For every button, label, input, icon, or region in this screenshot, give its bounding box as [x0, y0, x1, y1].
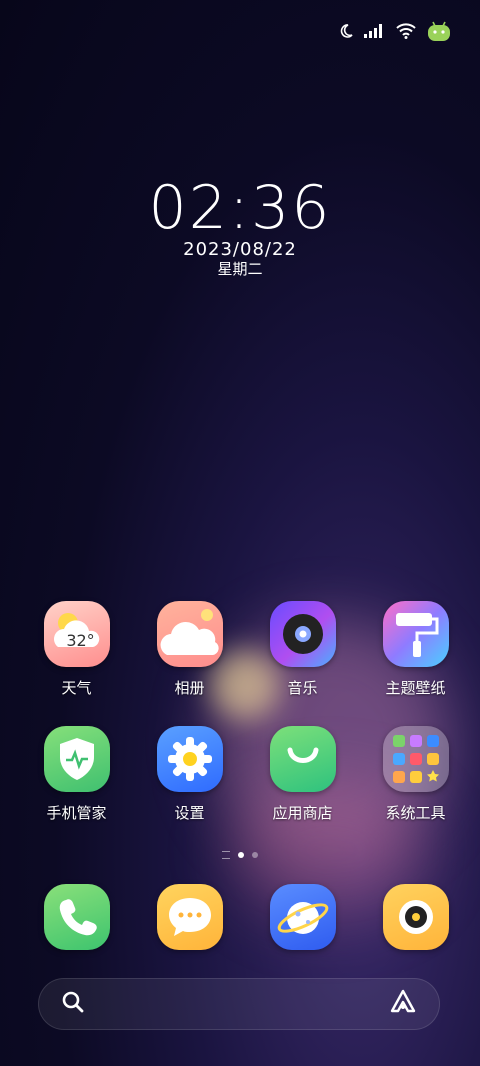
bag-smile-icon: [269, 726, 336, 792]
music-disc-icon: [269, 601, 336, 667]
app-label: 手机管家: [46, 804, 107, 822]
android-battery-icon: [426, 20, 452, 42]
app-label: 音乐: [287, 679, 318, 697]
app-music[interactable]: 音乐: [246, 601, 359, 698]
moon-icon: [338, 23, 354, 39]
chat-bubble-icon: [156, 884, 223, 950]
page-dot-active: [238, 852, 244, 858]
app-system-tools[interactable]: 系统工具: [359, 726, 472, 823]
signal-icon: [364, 24, 386, 38]
gear-icon: [156, 726, 223, 792]
app-label: 设置: [174, 804, 205, 822]
clock-date: 2023/08/22: [183, 239, 297, 260]
wifi-icon: [396, 23, 416, 39]
search-bar[interactable]: [38, 978, 440, 1030]
shield-icon: [43, 726, 110, 792]
camera-icon: [382, 884, 449, 950]
clock-time: 02:36: [148, 173, 332, 243]
page-indicator[interactable]: [0, 851, 480, 859]
dock: [20, 884, 472, 950]
app-security[interactable]: 手机管家: [20, 726, 133, 823]
app-weather[interactable]: 32° 天气: [20, 601, 133, 698]
clock-weekday: 星期二: [217, 260, 263, 278]
app-label: 系统工具: [385, 804, 446, 822]
app-settings[interactable]: 设置: [133, 726, 246, 823]
planet-icon: [269, 884, 336, 950]
app-label: 天气: [61, 679, 92, 697]
paint-roller-icon: [382, 601, 449, 667]
page-dot: [252, 852, 258, 858]
app-gallery[interactable]: 相册: [133, 601, 246, 698]
assistant-a-icon[interactable]: [389, 989, 417, 1019]
status-bar: [338, 18, 452, 44]
weather-temperature: 32°: [66, 630, 95, 650]
dock-browser[interactable]: [246, 884, 359, 950]
app-label: 相册: [174, 679, 205, 697]
dock-phone[interactable]: [20, 884, 133, 950]
clock-widget[interactable]: 02:36 2023/08/22 星期二: [0, 176, 480, 278]
dock-camera[interactable]: [359, 884, 472, 950]
cloud-icon: [156, 601, 223, 667]
dock-messages[interactable]: [133, 884, 246, 950]
app-store[interactable]: 应用商店: [246, 726, 359, 823]
folder-grid-icon: [382, 726, 449, 792]
app-label: 应用商店: [272, 804, 333, 822]
page-list-icon: [222, 851, 230, 859]
phone-icon: [43, 884, 110, 950]
search-icon[interactable]: [61, 990, 85, 1018]
app-themes[interactable]: 主题壁纸: [359, 601, 472, 698]
app-label: 主题壁纸: [385, 679, 446, 697]
weather-icon: 32°: [43, 601, 110, 667]
app-grid: 32° 天气 相册 音乐 主题壁纸 手机管家 设置 应用商店 系统工具: [20, 601, 460, 823]
